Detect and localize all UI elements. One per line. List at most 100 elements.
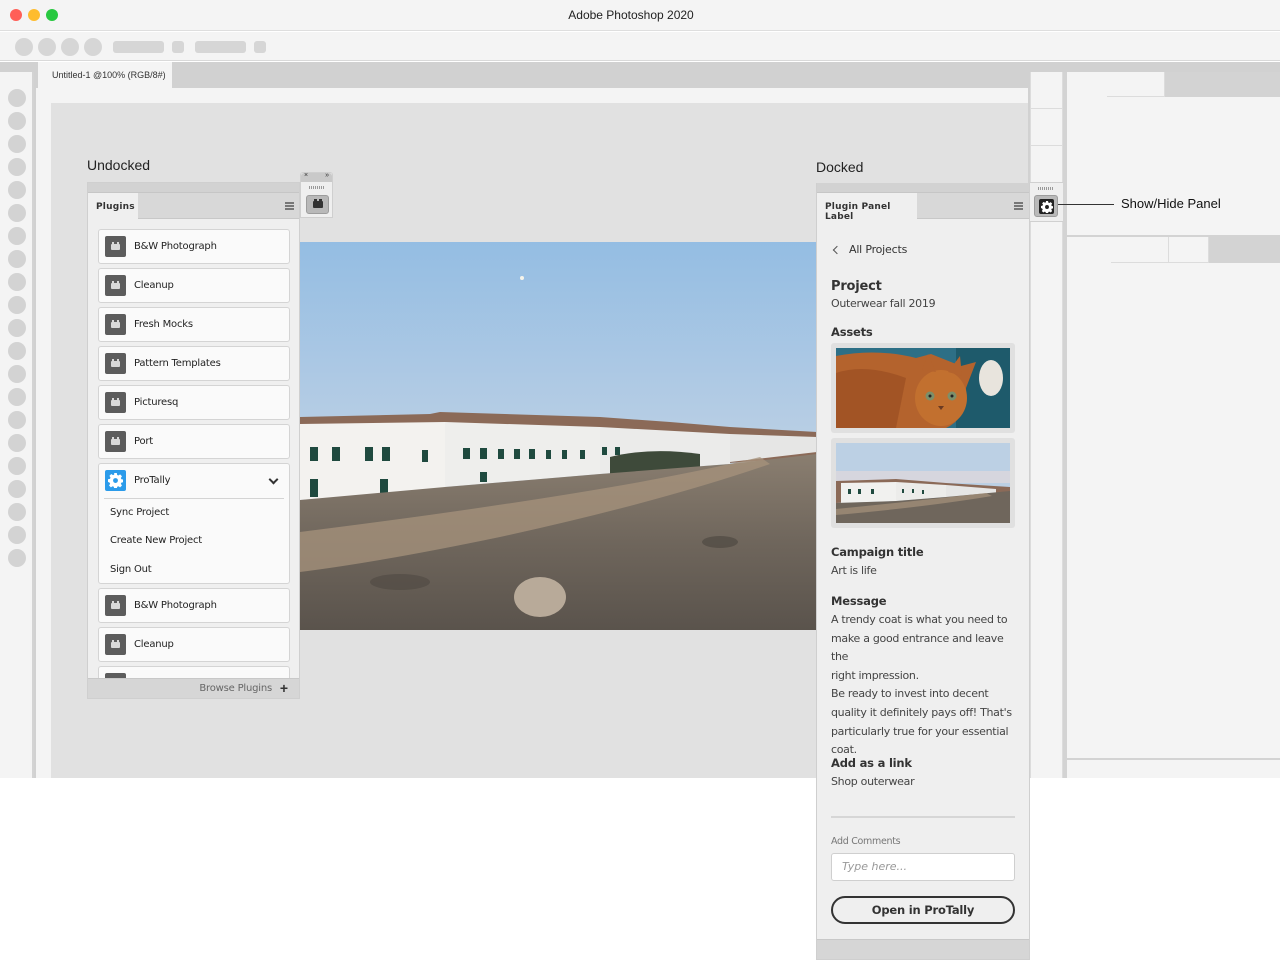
plugin-item[interactable]: Pattern Templates bbox=[98, 346, 290, 381]
tool-button[interactable] bbox=[8, 273, 26, 291]
callout-line bbox=[1058, 204, 1114, 205]
plugin-icon bbox=[105, 595, 126, 616]
tab-plugin-panel-label[interactable]: Plugin Panel Label bbox=[817, 193, 917, 222]
dock-slot[interactable] bbox=[1031, 72, 1062, 109]
link-heading: Add as a link bbox=[831, 756, 912, 770]
panel-tab-placeholder[interactable] bbox=[1107, 72, 1165, 97]
tool-button[interactable] bbox=[8, 296, 26, 314]
panel-drag-bar[interactable] bbox=[817, 183, 1029, 193]
plugin-label: Cleanup bbox=[134, 280, 174, 291]
menu-item-sync-project[interactable]: Sync Project bbox=[110, 507, 169, 518]
plugin-icon bbox=[105, 314, 126, 335]
canvas-photo bbox=[300, 242, 817, 630]
dock-slot[interactable] bbox=[1031, 146, 1062, 183]
tool-button[interactable] bbox=[8, 388, 26, 406]
browse-plugins-link[interactable]: Browse Plugins bbox=[199, 683, 272, 694]
panel-tab-placeholder[interactable] bbox=[1169, 237, 1209, 263]
tool-button[interactable] bbox=[8, 457, 26, 475]
plugin-item[interactable]: Picturesq bbox=[98, 385, 290, 420]
asset-card[interactable] bbox=[831, 438, 1015, 528]
chevron-down-icon[interactable] bbox=[268, 474, 279, 485]
option-button[interactable] bbox=[38, 38, 56, 56]
title-bar: Adobe Photoshop 2020 bbox=[0, 0, 1280, 31]
panel-footer: Browse Plugins + bbox=[88, 678, 299, 698]
document-tab[interactable]: Untitled-1 @100% (RGB/8#) bbox=[38, 62, 172, 88]
plugin-item[interactable]: Port bbox=[98, 424, 290, 459]
option-toggle[interactable] bbox=[254, 41, 266, 53]
message-line: make a good entrance and leave the bbox=[831, 631, 1004, 664]
option-toggle[interactable] bbox=[172, 41, 184, 53]
tool-button[interactable] bbox=[8, 503, 26, 521]
plugin-item[interactable]: B&W Photograph bbox=[98, 588, 290, 623]
back-link[interactable]: All Projects bbox=[831, 243, 907, 256]
hamburger-icon[interactable] bbox=[1014, 202, 1023, 210]
plugin-item[interactable]: Cleanup bbox=[98, 627, 290, 662]
menu-item-create-new-project[interactable]: Create New Project bbox=[110, 535, 202, 546]
tool-button[interactable] bbox=[8, 112, 26, 130]
plugin-icon bbox=[105, 392, 126, 413]
message-line: A trendy coat is what you need to bbox=[831, 613, 1008, 626]
plugin-label[interactable]: ProTally bbox=[134, 475, 171, 486]
panel-tab-row: Plugins bbox=[88, 193, 299, 219]
tool-button[interactable] bbox=[8, 526, 26, 544]
option-button[interactable] bbox=[84, 38, 102, 56]
tool-button[interactable] bbox=[8, 480, 26, 498]
tool-button[interactable] bbox=[8, 227, 26, 245]
open-in-protally-button[interactable]: Open in ProTally bbox=[831, 896, 1015, 924]
tool-button[interactable] bbox=[8, 549, 26, 567]
plus-icon[interactable]: + bbox=[280, 681, 288, 695]
option-field[interactable] bbox=[113, 41, 164, 53]
back-link-label: All Projects bbox=[849, 243, 908, 256]
dock-strip bbox=[1030, 72, 1063, 778]
plugin-icon bbox=[105, 236, 126, 257]
option-button[interactable] bbox=[15, 38, 33, 56]
tool-button[interactable] bbox=[8, 319, 26, 337]
tool-button[interactable] bbox=[8, 342, 26, 360]
docked-plugin-panel: Plugin Panel Label All Projects Project … bbox=[816, 183, 1030, 960]
show-hide-panel-button[interactable] bbox=[1034, 195, 1058, 217]
show-hide-panel-callout: Show/Hide Panel bbox=[1121, 196, 1221, 211]
options-bar bbox=[0, 32, 1280, 61]
asset-card[interactable] bbox=[831, 343, 1015, 433]
grip-handle[interactable] bbox=[1038, 187, 1054, 190]
tool-button[interactable] bbox=[8, 89, 26, 107]
undocked-label: Undocked bbox=[87, 157, 151, 173]
panel-tab-strip bbox=[1209, 237, 1280, 263]
expand-icon[interactable]: » bbox=[325, 172, 329, 179]
project-value: Outerwear fall 2019 bbox=[831, 297, 936, 310]
link-value[interactable]: Shop outerwear bbox=[831, 773, 915, 792]
option-button[interactable] bbox=[61, 38, 79, 56]
plugin-item-protally: ProTally Sync Project Create New Project… bbox=[98, 463, 290, 584]
tool-button[interactable] bbox=[8, 181, 26, 199]
tool-button[interactable] bbox=[8, 434, 26, 452]
hamburger-icon[interactable] bbox=[285, 202, 294, 210]
dock-slot[interactable] bbox=[1031, 109, 1062, 146]
plugin-label: B&W Photograph bbox=[134, 241, 217, 252]
tool-button[interactable] bbox=[8, 204, 26, 222]
campaign-heading: Campaign title bbox=[831, 545, 924, 559]
menu-item-sign-out[interactable]: Sign Out bbox=[110, 564, 152, 575]
panel-tab-placeholder[interactable] bbox=[1111, 237, 1169, 263]
plugin-item[interactable]: B&W Photograph bbox=[98, 229, 290, 264]
comments-input[interactable]: Type here... bbox=[831, 853, 1015, 881]
plugin-item[interactable]: Fresh Mocks bbox=[98, 307, 290, 342]
message-body: A trendy coat is what you need to make a… bbox=[831, 611, 1021, 760]
tool-button[interactable] bbox=[8, 135, 26, 153]
grip-handle[interactable] bbox=[309, 186, 325, 189]
mini-panel-header[interactable]: × » bbox=[301, 172, 332, 182]
collapsed-plugin-panel: × » bbox=[300, 172, 333, 218]
tool-button[interactable] bbox=[8, 158, 26, 176]
close-icon[interactable]: × bbox=[304, 172, 308, 179]
option-field[interactable] bbox=[195, 41, 246, 53]
divider bbox=[104, 498, 284, 499]
tab-plugins[interactable]: Plugins bbox=[88, 193, 138, 219]
project-heading: Project bbox=[831, 279, 882, 294]
tool-button[interactable] bbox=[8, 411, 26, 429]
tool-button[interactable] bbox=[8, 365, 26, 383]
plugin-icon bbox=[105, 353, 126, 374]
tool-button[interactable] bbox=[8, 250, 26, 268]
plugin-toggle-button[interactable] bbox=[306, 195, 329, 214]
panel-drag-bar[interactable] bbox=[88, 183, 299, 193]
plugin-item[interactable]: Cleanup bbox=[98, 268, 290, 303]
plugin-icon bbox=[105, 634, 126, 655]
